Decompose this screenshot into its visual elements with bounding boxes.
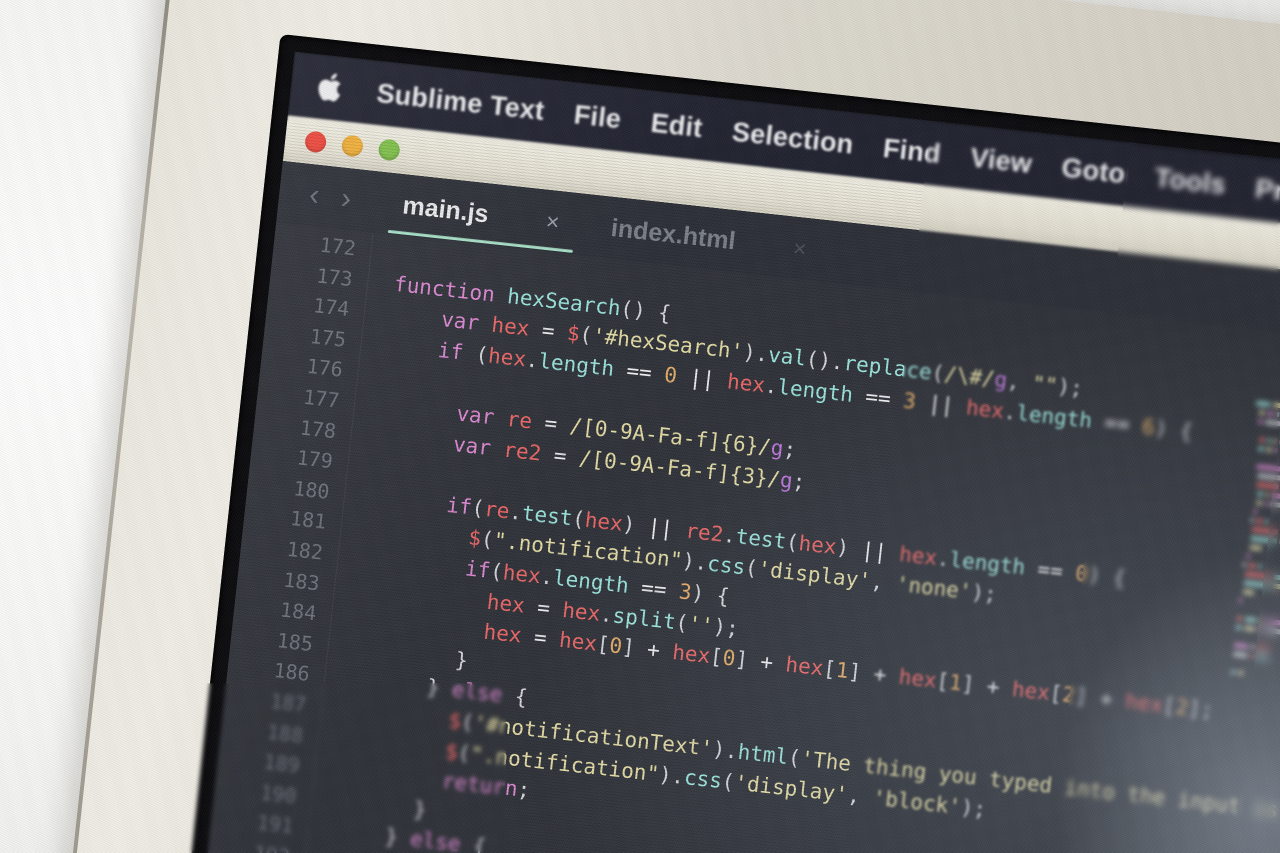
minimap-token (1233, 651, 1248, 659)
minimap-token (1231, 669, 1236, 675)
menu-item-edit[interactable]: Edit (649, 107, 704, 143)
sublime-editor: ‹ › main.js × index.html × 172 173 174 1… (190, 161, 1280, 853)
minimap-token (1257, 473, 1280, 481)
minimap-token (1245, 616, 1256, 623)
minimap-token (1266, 437, 1271, 444)
minimap-token (1257, 627, 1261, 633)
minimap-token (1273, 447, 1278, 454)
menu-item-view[interactable]: View (969, 142, 1034, 179)
minimap-token (1263, 627, 1280, 635)
laptop-screen: Sublime Text File Edit Selection Find Vi… (190, 51, 1280, 853)
minimap-token (1257, 446, 1264, 452)
minimap-token (1237, 670, 1244, 676)
minimap-token (1271, 492, 1280, 501)
minimap-token (1264, 501, 1268, 507)
minimap-token (1265, 519, 1270, 525)
minimap-token (1275, 411, 1280, 418)
menu-item-goto[interactable]: Goto (1060, 152, 1127, 190)
minimap-token (1256, 518, 1264, 524)
minimap-token (1255, 654, 1269, 661)
minimap-token (1264, 618, 1280, 626)
code-pane[interactable]: 172 173 174 175 176 177 178 179 180 181 182 183 184 1… (190, 222, 1280, 853)
minimap-token (1234, 642, 1249, 650)
minimap-token (1253, 508, 1257, 515)
minimap-token (1273, 438, 1277, 444)
close-window-button[interactable] (304, 129, 328, 154)
minimap-token (1272, 583, 1280, 591)
apple-logo-icon[interactable] (315, 71, 344, 105)
minimap-token (1264, 419, 1280, 427)
minimap-token (1250, 517, 1254, 523)
photo-scene: Sublime Text File Edit Selection Find Vi… (0, 0, 1280, 853)
minimap-token (1246, 553, 1250, 559)
zoom-window-button[interactable] (377, 137, 401, 162)
minimap-token (1273, 574, 1280, 581)
menu-item-selection[interactable]: Selection (731, 116, 855, 160)
minimap-token (1256, 482, 1279, 490)
minimap-token (1256, 645, 1270, 652)
minimap-token (1270, 501, 1280, 508)
minimap-token (1267, 410, 1274, 417)
minimap-token (1249, 544, 1262, 551)
minimap-token (1255, 463, 1280, 472)
code-text-area[interactable]: function hexSearch() { var hex = $('#hex… (302, 235, 1280, 853)
menu-item-tools[interactable]: Tools (1153, 162, 1227, 200)
minimap-token (1259, 410, 1266, 416)
screen-bezel: Sublime Text File Edit Selection Find Vi… (174, 34, 1280, 853)
nav-forward-icon[interactable]: › (339, 182, 353, 216)
tab-label: index.html (609, 213, 738, 255)
minimap-token (1258, 418, 1263, 425)
minimap-token (1239, 597, 1243, 604)
minimap-token (1256, 500, 1262, 506)
minimap-token (1272, 402, 1280, 410)
minimap-token (1257, 491, 1263, 497)
minimap-token (1248, 562, 1257, 569)
macbook-laptop: Sublime Text File Edit Selection Find Vi… (61, 0, 1280, 853)
minimap-token (1250, 644, 1255, 650)
minimap-token (1250, 535, 1277, 544)
minimap-token (1244, 571, 1271, 580)
minimap-token (1258, 437, 1265, 443)
minimap-token (1242, 589, 1255, 596)
minimap-token (1236, 624, 1242, 631)
minimap-token (1237, 615, 1243, 622)
tab-label: main.js (401, 190, 491, 228)
minimap-token (1243, 562, 1247, 568)
minimap-token (1243, 580, 1270, 589)
minimap-token (1258, 618, 1262, 624)
minimap-token (1256, 400, 1271, 408)
menu-item-file[interactable]: File (572, 99, 622, 135)
minimap-token (1251, 526, 1278, 535)
minimap-token (1244, 625, 1255, 632)
minimap-token (1249, 653, 1254, 659)
menu-item-sublime-text[interactable]: Sublime Text (375, 77, 546, 126)
tab-close-icon[interactable]: × (545, 207, 561, 235)
minimap-token (1265, 446, 1272, 453)
tab-nav-arrows: ‹ › (278, 177, 379, 217)
minimize-window-button[interactable] (340, 133, 365, 158)
menu-item-find[interactable]: Find (882, 132, 943, 169)
nav-back-icon[interactable]: ‹ (308, 178, 322, 212)
minimap-token (1265, 492, 1269, 498)
menu-item-project[interactable]: Project (1254, 173, 1280, 214)
tab-close-icon[interactable]: × (792, 234, 808, 262)
minimap-token (1258, 563, 1263, 570)
